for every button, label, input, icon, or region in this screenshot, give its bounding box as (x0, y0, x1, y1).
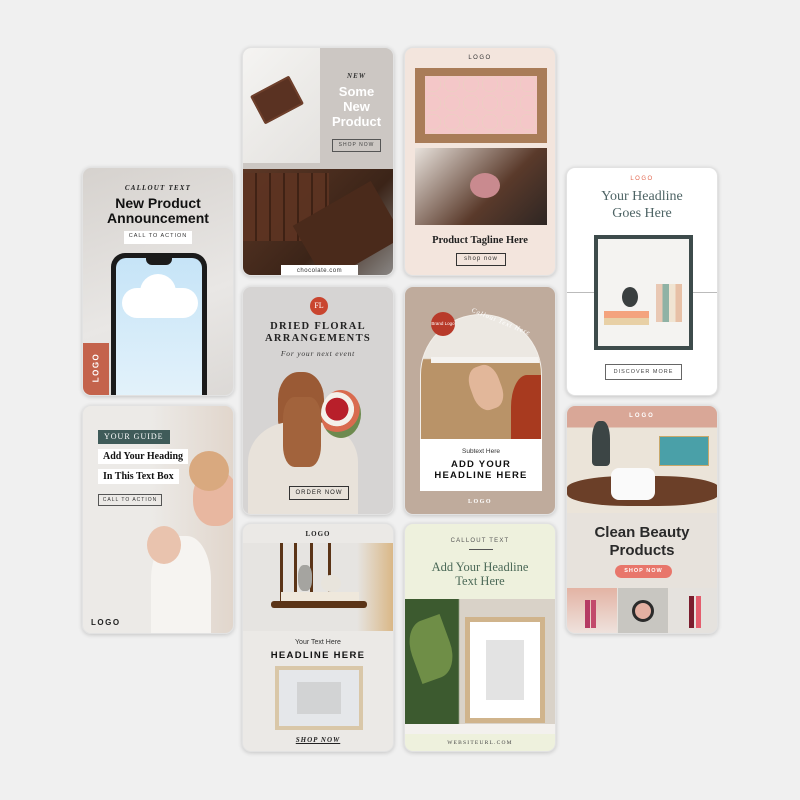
template-card-new-product[interactable]: CALLOUT TEXT New Product Announcement CAL… (82, 167, 234, 396)
tagline: Product Tagline Here (432, 235, 528, 246)
shop-now-link[interactable]: SHOP NOW (243, 736, 393, 744)
headline-line: Text Here (455, 574, 505, 588)
logo-text: LOGO (305, 530, 331, 538)
floral-subtitle: For your next event (280, 349, 356, 358)
floral-title: DRIED FLORAL ARRANGEMENTS (243, 321, 393, 345)
headline: HEADLINE HERE (270, 650, 366, 661)
cupcakes-image (415, 68, 547, 143)
chocolate-image-bottom (243, 169, 393, 275)
template-card-beauty[interactable]: Clean Beauty Products SHOP NOW LOGO (566, 405, 718, 634)
headline-line: Announcement (107, 210, 209, 226)
heading-line-1: Add Your Heading (98, 449, 189, 464)
kicker: NEW (347, 72, 366, 80)
lip-gloss-image (669, 588, 717, 633)
divider (469, 549, 493, 550)
template-card-floral[interactable]: FL DRIED FLORAL ARRANGEMENTS For your nex… (242, 286, 394, 515)
headline-line: Your Headline (601, 189, 683, 204)
template-card-cupcake[interactable]: LOGO Product Tagline Here shop now (404, 47, 556, 276)
call-to-action-button[interactable]: CALL TO ACTION (98, 494, 162, 506)
chair-image (243, 543, 393, 631)
headline-box: Subtext Here ADD YOUR HEADLINE HERE (420, 439, 542, 491)
logo-text: LOGO (629, 413, 655, 419)
monogram-badge: FL (310, 297, 328, 315)
headline-line: ADD YOUR (450, 459, 512, 470)
chocolate-image-top (243, 48, 320, 163)
frame-image (275, 666, 363, 730)
subtext: Subtext Here (462, 448, 500, 455)
order-now-button[interactable]: ORDER NOW (289, 486, 349, 500)
template-card-plant[interactable]: CALLOUT TEXT Add Your Headline Text Here … (404, 523, 556, 752)
logo-text: LOGO (91, 352, 101, 383)
heading-line-2: In This Text Box (98, 469, 179, 484)
website-label: chocolate.com (281, 265, 358, 275)
guide-tag: YOUR GUIDE (98, 430, 170, 444)
template-card-books[interactable]: LOGO Your Headline Goes Here DISCOVER MOR… (566, 167, 718, 396)
headline-line: Goes Here (612, 206, 672, 221)
headline-line: HEADLINE HERE (434, 470, 528, 481)
logo-text: LOGO (91, 618, 121, 627)
headline: ADD YOUR HEADLINE HERE (420, 459, 542, 481)
product-title: Some New Product (320, 84, 393, 129)
brand-logo-badge: Brand Logo (431, 312, 455, 336)
discover-more-button[interactable]: DISCOVER MORE (605, 364, 682, 380)
template-card-arch[interactable]: Brand Logo Callout Text Here Subtext Her… (404, 286, 556, 515)
cream-jar-image (567, 406, 717, 513)
books-image (594, 235, 693, 350)
headline: New Product Announcement (83, 196, 233, 226)
beauty-title: Clean Beauty Products (567, 524, 717, 560)
headline-line: New Product (115, 195, 201, 211)
website-url: WEBSITEURL.COM (447, 740, 513, 746)
title-line: ARRANGEMENTS (264, 333, 372, 344)
logo-text: LOGO (468, 55, 492, 61)
subtext: Your Text Here (295, 639, 341, 646)
headline: Add Your Headline Text Here (405, 560, 555, 588)
callout-text: CALLOUT TEXT (124, 184, 192, 192)
phone-image (111, 253, 207, 395)
title-line: Product (331, 114, 382, 129)
title-line: Clean Beauty (594, 524, 690, 541)
compact-image (618, 588, 668, 633)
headline-line: Add Your Headline (431, 560, 529, 574)
callout-text: CALLOUT TEXT (450, 538, 510, 544)
shop-now-button[interactable]: shop now (456, 253, 506, 266)
call-to-action-button[interactable]: CALL TO ACTION (124, 231, 192, 244)
template-card-chocolate[interactable]: NEW Some New Product SHOP NOW chocolate.co… (242, 47, 394, 276)
template-card-chair[interactable]: LOGO Your Text Here HEADLINE HERE SHOP N… (242, 523, 394, 752)
plant-frame-image (405, 599, 555, 734)
headline: Your Headline Goes Here (567, 188, 717, 222)
logo-tab: LOGO (83, 343, 109, 395)
title-line: Products (609, 542, 675, 559)
hands-image (415, 148, 547, 225)
title-line: New (343, 99, 370, 114)
template-card-guide[interactable]: YOUR GUIDE Add Your Heading In This Text… (82, 405, 234, 634)
title-line: DRIED FLORAL (270, 321, 366, 332)
shop-now-button[interactable]: SHOP NOW (332, 139, 381, 152)
logo-text: LOGO (630, 176, 654, 182)
lipstick-image (567, 588, 617, 633)
logo-text: LOGO (467, 499, 492, 505)
title-line: Some (338, 84, 375, 99)
shop-now-button[interactable]: SHOP NOW (615, 565, 672, 578)
